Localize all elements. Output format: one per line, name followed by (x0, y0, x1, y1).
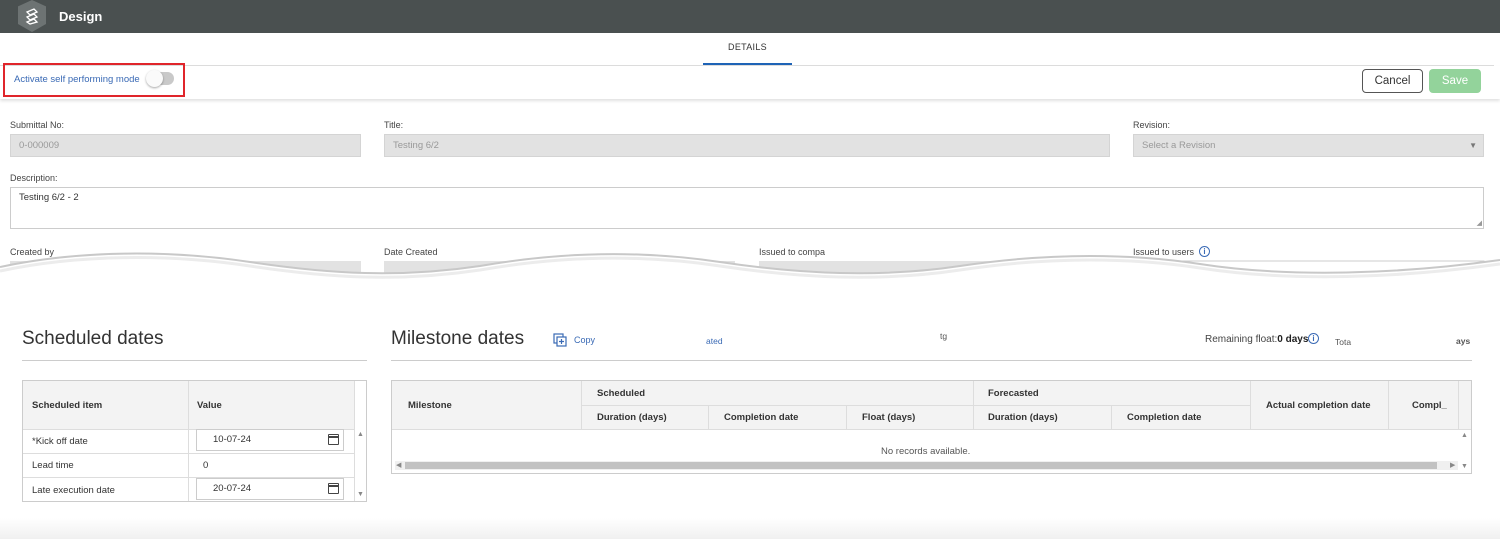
description-label: Description: (10, 173, 58, 183)
kick-off-date-value: 10-07-24 (213, 434, 252, 445)
revision-label: Revision: (1133, 120, 1171, 130)
remaining-float: Remaining float:0 days (1205, 334, 1308, 345)
info-icon[interactable]: i (1308, 333, 1319, 344)
section-divider (391, 360, 1472, 361)
bottom-edge (0, 518, 1500, 539)
column-group-forecasted: Forecasted (988, 388, 1039, 399)
revision-select[interactable]: Select a Revision ▼ (1133, 134, 1484, 157)
self-performing-toggle-label: Activate self performing mode (14, 74, 140, 85)
submittal-no-field[interactable]: 0-000009 (10, 134, 361, 157)
scrollbar-thumb[interactable] (405, 462, 1437, 469)
column-header-actual-completion[interactable]: Actual completion date (1266, 400, 1371, 411)
column-header-value[interactable]: Value (197, 400, 222, 411)
header-divider (392, 429, 1471, 430)
column-divider (354, 381, 355, 501)
text-fragment: tg (940, 331, 948, 341)
horizontal-scrollbar[interactable]: ◀ ▶ (395, 461, 1458, 470)
column-divider (846, 405, 847, 429)
column-header-scheduled-completion[interactable]: Completion date (724, 412, 798, 423)
resize-handle-icon[interactable]: ◢ (1477, 219, 1482, 227)
column-group-scheduled: Scheduled (597, 388, 646, 399)
scroll-right-icon[interactable]: ▶ (1450, 461, 1455, 469)
milestone-dates-table: Milestone Scheduled Forecasted Duration … (391, 380, 1472, 474)
late-execution-date-input[interactable]: 20-07-24 (196, 478, 344, 500)
column-header-scheduled-duration[interactable]: Duration (days) (597, 412, 667, 423)
action-bar (0, 66, 1500, 99)
table-row-label: Late execution date (32, 485, 115, 496)
app-title: Design (59, 9, 103, 24)
lead-time-value[interactable]: 0 (203, 460, 208, 471)
scroll-left-icon[interactable]: ◀ (396, 461, 401, 469)
section-divider (22, 360, 367, 361)
scheduled-dates-title: Scheduled dates (22, 328, 164, 349)
column-header-float[interactable]: Float (days) (862, 412, 915, 423)
remaining-float-label: Remaining float: (1205, 334, 1278, 345)
copy-dates-link[interactable]: Copy (574, 335, 595, 345)
scroll-down-icon[interactable]: ▼ (1461, 463, 1468, 470)
scroll-up-icon[interactable]: ▲ (1461, 432, 1468, 439)
self-performing-toggle[interactable] (146, 70, 174, 87)
column-divider (1458, 381, 1459, 429)
table-row-label: Lead time (32, 460, 74, 471)
column-header-compl[interactable]: Compl_ (1412, 400, 1447, 411)
column-header-milestone[interactable]: Milestone (408, 400, 452, 411)
column-divider (1111, 405, 1112, 429)
toggle-knob (146, 70, 163, 87)
copy-icon[interactable] (553, 333, 567, 347)
title-label: Title: (384, 120, 404, 130)
calendar-icon[interactable] (328, 434, 339, 445)
header-divider (581, 405, 1250, 406)
save-button[interactable]: Save (1429, 69, 1481, 93)
column-divider (708, 405, 709, 429)
description-textarea[interactable]: Testing 6/2 - 2 ◢ (10, 187, 1484, 229)
scroll-down-icon[interactable]: ▼ (357, 491, 364, 498)
column-header-forecasted-duration[interactable]: Duration (days) (988, 412, 1058, 423)
milestone-dates-title: Milestone dates (391, 328, 525, 349)
column-header-scheduled-item[interactable]: Scheduled item (32, 400, 102, 411)
column-divider (1388, 381, 1389, 429)
copy-dates-link-fragment: ated (706, 336, 723, 346)
revision-select-value: Select a Revision (1142, 140, 1216, 151)
app-header: Design (0, 0, 1500, 33)
total-float-value-fragment: ays (1456, 336, 1471, 346)
title-field[interactable]: Testing 6/2 (384, 134, 1110, 157)
remaining-float-value: 0 days (1277, 334, 1309, 345)
torn-edge-divider (0, 252, 1500, 300)
column-divider (1250, 381, 1251, 429)
kick-off-date-input[interactable]: 10-07-24 (196, 429, 344, 451)
total-float-fragment: Tota (1335, 337, 1352, 347)
scheduled-dates-table: Scheduled item Value *Kick off date 10-0… (22, 380, 367, 502)
submittal-no-label: Submittal No: (10, 120, 65, 130)
description-value: Testing 6/2 - 2 (19, 192, 79, 203)
table-row-label: *Kick off date (32, 436, 88, 447)
cancel-button[interactable]: Cancel (1362, 69, 1423, 93)
empty-table-message: No records available. (881, 446, 971, 457)
late-execution-date-value: 20-07-24 (213, 483, 252, 494)
tab-bar: DETAILS (0, 33, 1494, 66)
column-header-forecasted-completion[interactable]: Completion date (1127, 412, 1201, 423)
dropdown-arrow-icon: ▼ (1469, 141, 1477, 150)
column-divider (188, 381, 189, 501)
tab-details[interactable]: DETAILS (703, 33, 792, 65)
scroll-up-icon[interactable]: ▲ (357, 431, 364, 438)
app-logo-icon[interactable] (18, 0, 46, 32)
calendar-icon[interactable] (328, 483, 339, 494)
row-divider (23, 453, 354, 454)
